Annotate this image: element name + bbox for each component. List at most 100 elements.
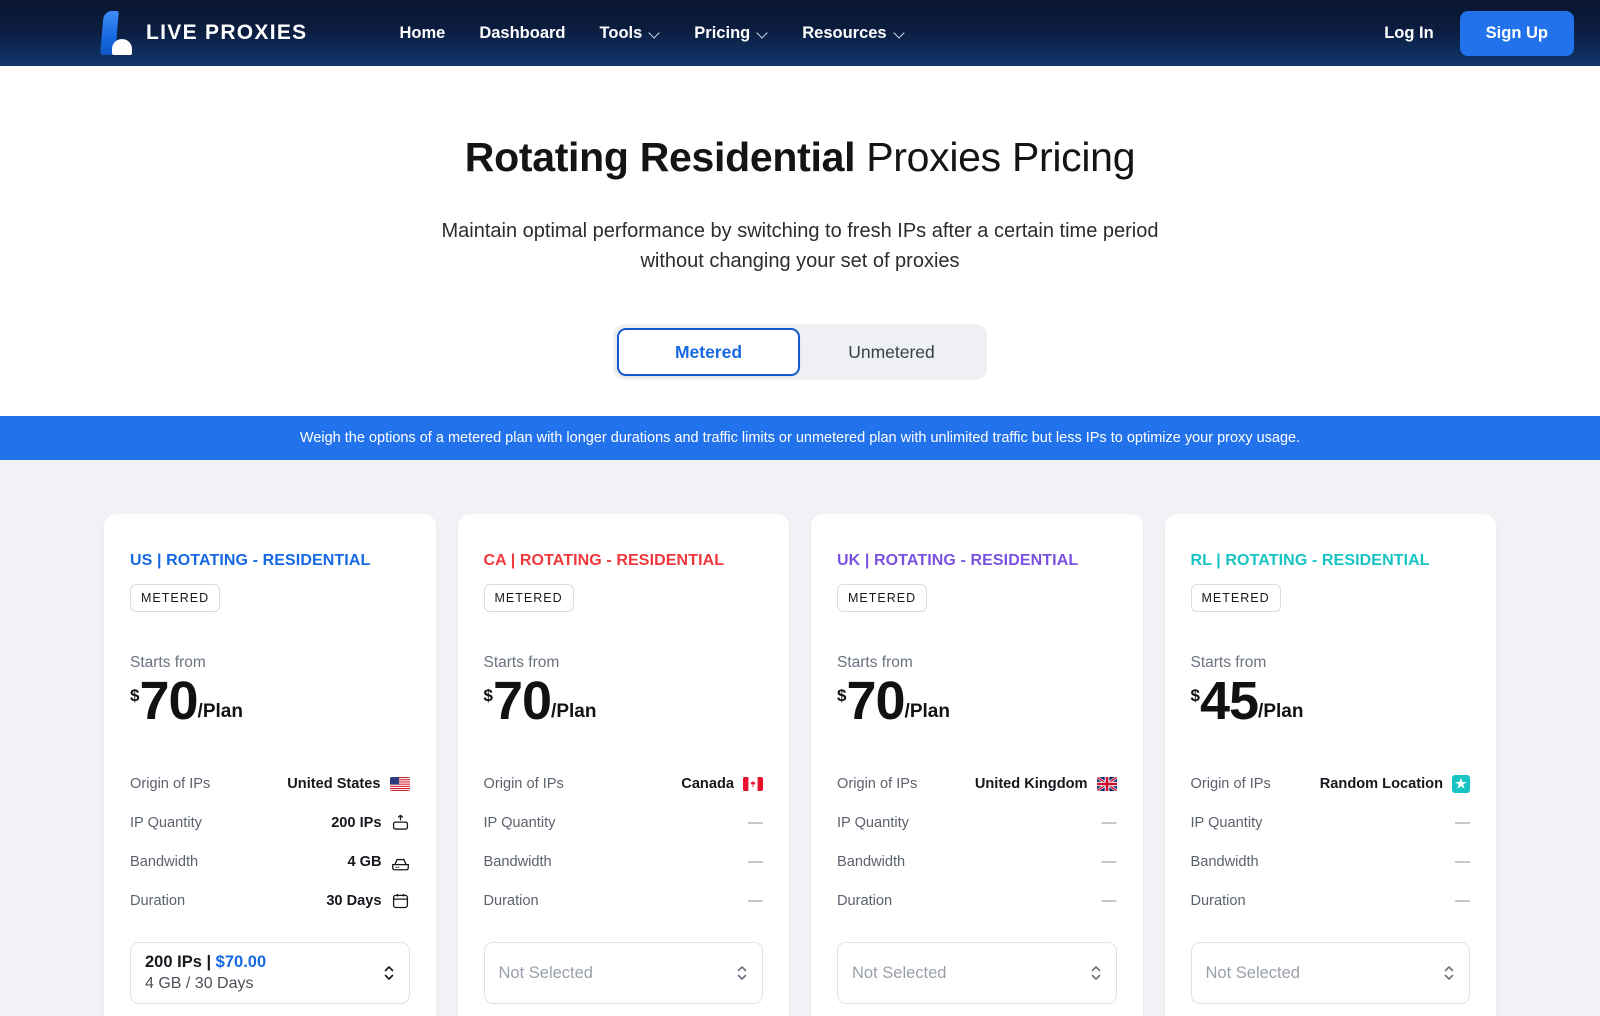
spec-list: Origin of IPs United States IP Quantity … <box>130 764 410 920</box>
card-title: UK | ROTATING - RESIDENTIAL <box>837 552 1079 570</box>
card-title: CA | ROTATING - RESIDENTIAL <box>483 552 725 570</box>
spec-label: Bandwidth <box>130 853 199 870</box>
spec-row-origin: Origin of IPs Canada <box>484 764 763 803</box>
nav-item-dashboard[interactable]: Dashboard <box>479 24 565 43</box>
spec-label: Duration <box>1190 892 1246 909</box>
spec-row-ip-quantity: IP Quantity — <box>484 803 764 842</box>
spec-value-text: United States <box>287 775 381 792</box>
stepper-chevrons-icon[interactable] <box>736 962 748 984</box>
hero-section: Rotating Residential Proxies Pricing Mai… <box>0 66 1600 381</box>
price-period: /Plan <box>197 701 243 723</box>
plan-selector-dropdown[interactable]: 200 IPs | $70.00 4 GB / 30 Days <box>130 942 410 1005</box>
toggle-option-metered[interactable]: Metered <box>617 328 800 377</box>
spec-list: Origin of IPs Random Location ★ IP Quant… <box>1191 764 1471 920</box>
plan-selector-dropdown[interactable]: Not Selected <box>1190 942 1470 1005</box>
price-period: /Plan <box>1258 701 1304 723</box>
spec-row-origin: Origin of IPs Random Location ★ <box>1191 764 1470 803</box>
spec-value: — <box>748 814 763 832</box>
spec-row-ip-quantity: IP Quantity — <box>1191 803 1471 842</box>
nav-item-tools[interactable]: Tools <box>600 24 661 43</box>
page-title-rest: Proxies Pricing <box>855 134 1136 180</box>
spec-label: Duration <box>837 892 893 909</box>
price-display: $ 70 /Plan <box>130 674 410 728</box>
spec-row-duration: Duration — <box>1191 881 1471 920</box>
spec-value: United Kingdom <box>975 776 1117 792</box>
stepper-chevrons-icon[interactable] <box>1443 962 1455 984</box>
spec-row-origin: Origin of IPs United States <box>130 764 410 803</box>
spec-value-text: United Kingdom <box>974 775 1088 792</box>
spec-value: — <box>1101 892 1117 910</box>
plan-selector-placeholder: Not Selected <box>498 963 593 982</box>
spec-row-ip-quantity: IP Quantity — <box>837 803 1117 842</box>
spec-row-ip-quantity: IP Quantity 200 IPs <box>130 803 410 842</box>
spec-value: 4 GB <box>347 853 409 871</box>
page-subtitle: Maintain optimal performance by switchin… <box>441 220 1159 272</box>
status-badge: METERED <box>483 584 574 613</box>
plan-selector-price: $70.00 <box>215 953 267 972</box>
stepper-chevrons-icon[interactable] <box>383 962 395 984</box>
price-display: $ 45 /Plan <box>1191 674 1471 728</box>
hard-drive-icon <box>391 858 409 871</box>
spec-row-bandwidth: Bandwidth — <box>1191 842 1471 881</box>
nav-item-resources[interactable]: Resources <box>802 24 904 43</box>
spec-label: Origin of IPs <box>837 775 918 792</box>
plan-selector-line1: 200 IPs | $70.00 <box>145 953 266 971</box>
spec-value-text: 200 IPs <box>331 814 382 831</box>
spec-value: United States <box>287 775 410 792</box>
spec-label: Duration <box>130 892 186 909</box>
spec-row-duration: Duration — <box>484 881 764 920</box>
nav-item-pricing-label: Pricing <box>694 23 751 42</box>
spec-value-text: 30 Days <box>326 892 382 909</box>
starts-from-label: Starts from <box>1190 654 1267 672</box>
spec-value: — <box>1101 814 1117 832</box>
plan-selector-qty: 200 IPs | <box>145 953 216 972</box>
page-title-accent: Rotating Residential <box>464 134 856 180</box>
spec-value-text: 4 GB <box>347 853 382 870</box>
chevron-down-icon <box>894 28 905 39</box>
pricing-card-ca: CA | ROTATING - RESIDENTIAL METERED Star… <box>457 514 789 1016</box>
spec-row-origin: Origin of IPs United Kingdom <box>837 764 1117 803</box>
spec-value: Canada <box>681 776 763 792</box>
spec-row-duration: Duration — <box>837 881 1117 920</box>
nav-item-pricing[interactable]: Pricing <box>694 24 768 43</box>
login-link[interactable]: Log In <box>1384 24 1433 43</box>
price-display: $ 70 /Plan <box>484 674 764 728</box>
brand-logo[interactable]: LIVE PROXIES <box>100 11 307 55</box>
spec-label: IP Quantity <box>837 814 909 831</box>
plan-selector-dropdown[interactable]: Not Selected <box>837 942 1117 1005</box>
spec-value-text: Canada <box>681 775 734 792</box>
status-badge: METERED <box>837 584 928 613</box>
price-period: /Plan <box>904 701 950 723</box>
top-navigation-bar: LIVE PROXIES Home Dashboard Tools Pricin… <box>0 0 1600 66</box>
spec-label: IP Quantity <box>1190 814 1263 831</box>
calendar-icon <box>392 893 408 908</box>
spec-label: IP Quantity <box>483 814 556 831</box>
price-amount: 70 <box>492 671 552 732</box>
server-upload-icon <box>392 814 408 830</box>
spec-value: — <box>748 853 763 871</box>
spec-label: Bandwidth <box>483 853 552 870</box>
spec-label: Origin of IPs <box>130 775 211 792</box>
price-period: /Plan <box>551 701 597 723</box>
nav-item-home[interactable]: Home <box>399 24 445 43</box>
info-banner: Weigh the options of a metered plan with… <box>0 416 1600 461</box>
signup-button[interactable]: Sign Up <box>1459 10 1574 56</box>
starts-from-label: Starts from <box>130 654 206 672</box>
toggle-option-unmetered[interactable]: Unmetered <box>800 328 983 376</box>
globe-icon: ★ <box>1452 774 1470 793</box>
stepper-chevrons-icon[interactable] <box>1090 962 1102 984</box>
spec-value: — <box>748 892 763 910</box>
nav-item-dashboard-label: Dashboard <box>479 23 566 42</box>
currency-symbol: $ <box>837 686 847 706</box>
spec-row-bandwidth: Bandwidth — <box>484 842 764 881</box>
plan-selector-dropdown[interactable]: Not Selected <box>483 942 763 1005</box>
nav-item-resources-label: Resources <box>802 23 887 42</box>
spec-row-bandwidth: Bandwidth 4 GB <box>130 842 410 881</box>
live-proxies-logo-icon <box>100 11 132 55</box>
plan-selector-value: 200 IPs | $70.00 4 GB / 30 Days <box>145 953 266 993</box>
pricing-card-uk: UK | ROTATING - RESIDENTIAL METERED Star… <box>811 514 1143 1016</box>
spec-list: Origin of IPs Canada IP Quantity — Bandw… <box>484 764 764 920</box>
spec-row-bandwidth: Bandwidth — <box>837 842 1117 881</box>
nav-actions: Log In Sign Up <box>1384 10 1574 56</box>
brand-name: LIVE PROXIES <box>146 21 308 44</box>
